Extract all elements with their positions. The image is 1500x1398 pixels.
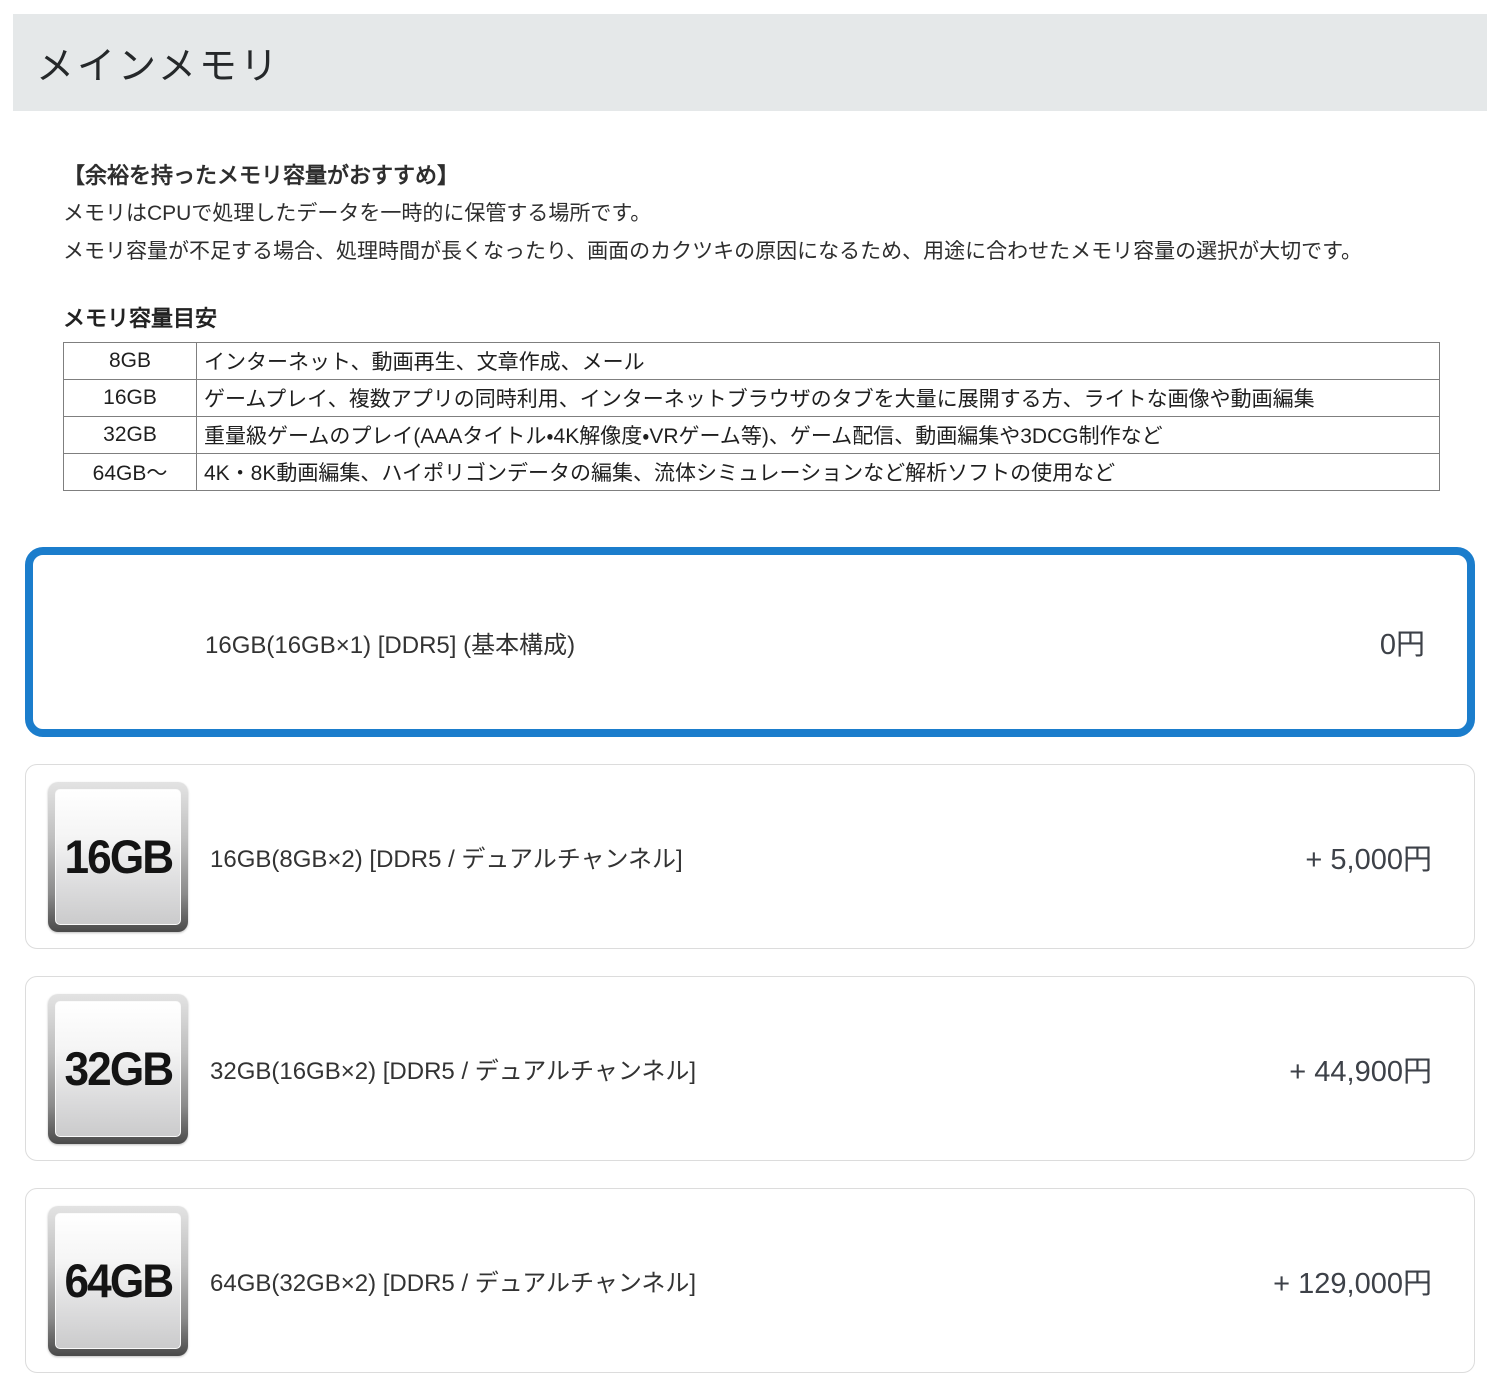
badge-label: 64GB — [64, 1254, 174, 1307]
usage-cell: 4K・8K動画編集、ハイポリゴンデータの編集、流体シミュレーションなど解析ソフト… — [196, 453, 1440, 491]
capacity-guide-section: メモリ容量目安 8GB インターネット、動画再生、文章作成、メール 16GB ゲ… — [63, 301, 1440, 491]
badge-inner: 16GB — [55, 788, 181, 925]
option-label: 64GB(32GB×2) [DDR5 / デュアルチャンネル] — [210, 1270, 697, 1297]
capacity-cell: 64GB～ — [63, 453, 197, 491]
memory-64gb-badge: 64GB — [48, 1205, 188, 1356]
table-row: 16GB ゲームプレイ、複数アプリの同時利用、インターネットブラウザのタブを大量… — [63, 379, 1440, 417]
option-label: 16GB(16GB×1) [DDR5] (基本構成) — [205, 631, 576, 659]
table-row: 8GB インターネット、動画再生、文章作成、メール — [63, 342, 1440, 380]
capacity-cell: 16GB — [63, 379, 197, 417]
capacity-table: 8GB インターネット、動画再生、文章作成、メール 16GB ゲームプレイ、複数… — [63, 342, 1440, 491]
usage-cell: インターネット、動画再生、文章作成、メール — [196, 342, 1440, 380]
memory-option-selected[interactable]: 16GB(16GB×1) [DDR5] (基本構成) 0円 — [25, 547, 1475, 737]
memory-description: 【余裕を持ったメモリ容量がおすすめ】 メモリはCPUで処理したデータを一時的に保… — [63, 157, 1437, 271]
table-row: 64GB～ 4K・8K動画編集、ハイポリゴンデータの編集、流体シミュレーションな… — [63, 453, 1440, 491]
badge-inner: 64GB — [55, 1212, 181, 1349]
description-line-2: メモリ容量が不足する場合、処理時間が長くなったり、画面のカクツキの原因になるため… — [63, 240, 1363, 263]
section-header: メインメモリ — [13, 14, 1487, 111]
usage-cell: 重量級ゲームのプレイ(AAAタイトル・4K解像度・VRゲーム等)、ゲーム配信、動… — [196, 416, 1440, 454]
memory-option-16gb-dual[interactable]: 16GB 16GB(8GB×2) [DDR5 / デュアルチャンネル] + 5,… — [25, 764, 1475, 949]
memory-option-64gb-dual[interactable]: 64GB 64GB(32GB×2) [DDR5 / デュアルチャンネル] + 1… — [25, 1188, 1475, 1373]
description-line-1: メモリはCPUで処理したデータを一時的に保管する場所です。 — [63, 202, 652, 225]
option-price: 0円 — [1379, 629, 1425, 661]
badge-label: 16GB — [64, 830, 174, 883]
page-title: メインメモリ — [36, 46, 281, 88]
description-heading: 【余裕を持ったメモリ容量がおすすめ】 — [63, 163, 460, 188]
option-label: 16GB(8GB×2) [DDR5 / デュアルチャンネル] — [210, 846, 683, 873]
option-price: + 129,000円 — [1273, 1267, 1432, 1300]
option-price: + 5,000円 — [1305, 843, 1432, 876]
option-price: + 44,900円 — [1289, 1055, 1432, 1088]
capacity-table-title: メモリ容量目安 — [63, 306, 218, 331]
option-label: 32GB(16GB×2) [DDR5 / デュアルチャンネル] — [210, 1058, 697, 1085]
memory-16gb-badge: 16GB — [48, 781, 188, 932]
capacity-cell: 8GB — [63, 342, 197, 380]
memory-option-32gb-dual[interactable]: 32GB 32GB(16GB×2) [DDR5 / デュアルチャンネル] + 4… — [25, 976, 1475, 1161]
badge-label: 32GB — [64, 1042, 174, 1095]
table-row: 32GB 重量級ゲームのプレイ(AAAタイトル・4K解像度・VRゲーム等)、ゲー… — [63, 416, 1440, 454]
usage-cell: ゲームプレイ、複数アプリの同時利用、インターネットブラウザのタブを大量に展開する… — [196, 379, 1440, 417]
memory-32gb-badge: 32GB — [48, 993, 188, 1144]
capacity-cell: 32GB — [63, 416, 197, 454]
badge-inner: 32GB — [55, 1000, 181, 1137]
